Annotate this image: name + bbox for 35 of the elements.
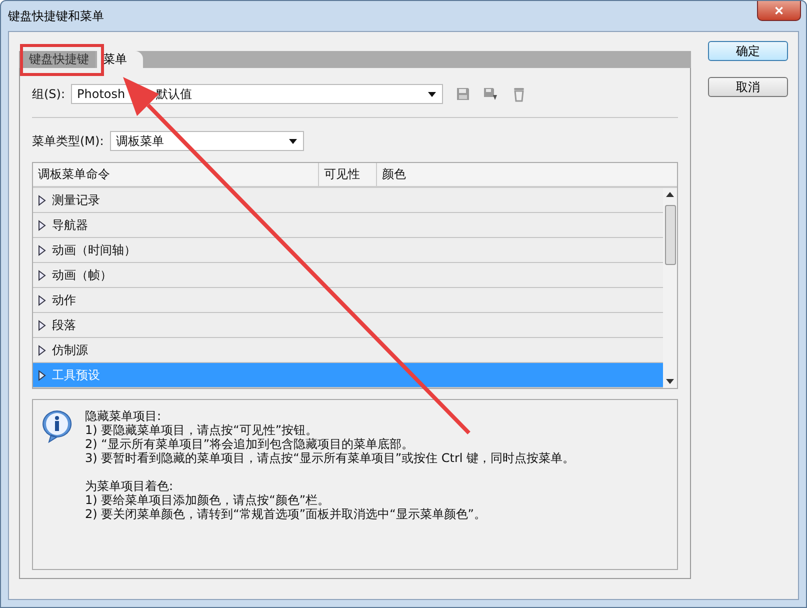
- expand-triangle-icon[interactable]: [38, 194, 46, 206]
- scrollbar[interactable]: [663, 188, 677, 388]
- scroll-up-icon[interactable]: [666, 191, 674, 197]
- expand-triangle-icon[interactable]: [38, 270, 46, 280]
- scrollbar-thumb[interactable]: [664, 205, 676, 265]
- tab[interactable]: 键盘快捷键: [21, 51, 95, 68]
- info-icon: [41, 409, 73, 443]
- info-text: 1) 要隐藏菜单项目，请点按“可见性”按钮。: [85, 423, 319, 437]
- info-heading: 为菜单项目着色:: [85, 479, 174, 493]
- tab[interactable]: 菜单: [97, 51, 143, 68]
- group-label: 组(S):: [32, 86, 66, 102]
- info-text: 2) “显示所有菜单项目”将会追加到包含隐藏项目的菜单底部。: [85, 437, 415, 451]
- expand-triangle-icon[interactable]: [38, 220, 46, 230]
- column-header[interactable]: 调板菜单命令: [33, 163, 319, 186]
- expand-triangle-icon[interactable]: [38, 344, 46, 356]
- dialog-button[interactable]: 取消: [708, 77, 788, 97]
- info-heading: 隐藏菜单项目:: [85, 409, 162, 423]
- menu-type-dropdown[interactable]: 调板菜单: [110, 131, 304, 151]
- group-dropdown[interactable]: Photosh 默认值: [71, 84, 444, 104]
- menu-type-label: 菜单类型(M):: [32, 132, 104, 150]
- dialog-button[interactable]: 确定: [708, 41, 788, 61]
- expand-triangle-icon[interactable]: [38, 294, 46, 306]
- info-text: 2) 要关闭菜单颜色，请转到“常规首选项”面板并取消选中“显示菜单颜色”。: [85, 507, 487, 521]
- caret-icon[interactable]: [428, 92, 436, 96]
- expand-triangle-icon[interactable]: [38, 370, 46, 380]
- column-header[interactable]: 可见性: [319, 163, 377, 186]
- scroll-down-icon[interactable]: [666, 379, 674, 385]
- column-header[interactable]: 颜色: [377, 163, 677, 186]
- window-title: 键盘快捷键和菜单: [8, 8, 104, 25]
- save-as-icon[interactable]: [483, 86, 500, 102]
- info-text: 3) 要暂时看到隐藏的菜单项目，请点按“显示所有菜单项目”或按住 Ctrl 键，同时点按菜单。: [85, 451, 575, 465]
- expand-triangle-icon[interactable]: [38, 320, 46, 330]
- expand-triangle-icon[interactable]: [38, 244, 46, 256]
- info-text: 1) 要给菜单项目添加颜色，请点按“颜色”栏。: [85, 493, 331, 507]
- caret-icon[interactable]: [288, 138, 297, 144]
